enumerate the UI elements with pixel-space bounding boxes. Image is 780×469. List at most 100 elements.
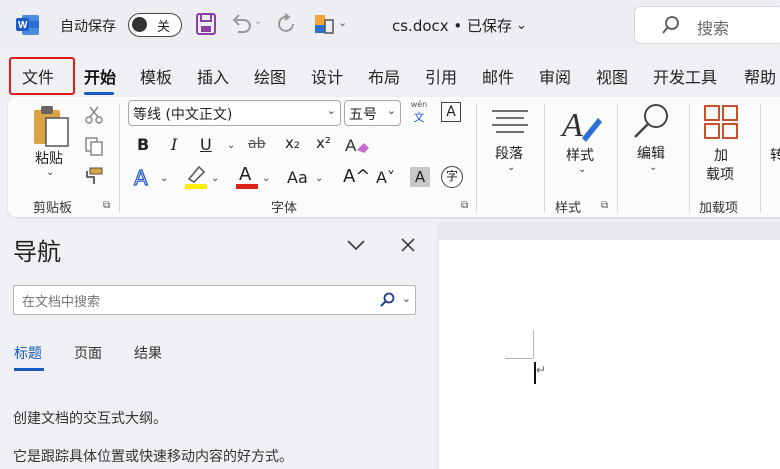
document-title[interactable]: cs.docx • 已保存 ⌄ — [392, 15, 527, 36]
font-color-button[interactable]: A — [236, 164, 258, 189]
search-box[interactable]: 搜索 — [634, 6, 780, 44]
underline-dropdown-icon[interactable]: ⌄ — [227, 140, 235, 151]
nav-tab-headings[interactable]: 标题 — [14, 343, 42, 363]
autosave-state: 关 — [157, 20, 171, 35]
svg-text:A: A — [560, 107, 583, 144]
nav-options-chevron-icon[interactable] — [346, 238, 366, 252]
format-painter-icon[interactable] — [84, 166, 104, 186]
strikethrough-button[interactable]: ab — [248, 136, 265, 152]
clear-formatting-icon[interactable]: A — [344, 134, 370, 156]
editing-dropdown-icon[interactable]: ⌄ — [649, 162, 657, 173]
add-ins-label-line1[interactable]: 加 — [714, 145, 728, 165]
nav-active-tab-indicator — [14, 368, 44, 371]
font-size-combo[interactable]: 五号 ⌄ — [344, 100, 401, 126]
highlight-dropdown-icon[interactable]: ⌄ — [211, 173, 219, 184]
file-tab-highlight-box — [9, 57, 75, 95]
highlight-button[interactable] — [185, 165, 207, 189]
close-icon[interactable] — [401, 238, 415, 252]
tab-developer[interactable]: 开发工具 — [653, 64, 717, 88]
group-divider — [544, 104, 545, 212]
tab-design[interactable]: 设计 — [311, 64, 343, 88]
toolbar-more-icon[interactable]: ⌄ — [338, 16, 347, 29]
save-icon[interactable] — [195, 12, 217, 36]
chevron-down-icon: ⌄ — [386, 104, 396, 117]
text-effects-button[interactable]: A — [133, 165, 148, 190]
styles-label[interactable]: 样式 — [566, 145, 594, 165]
subscript-button[interactable]: x₂ — [285, 134, 300, 152]
grow-font-button[interactable]: A^ — [343, 166, 370, 187]
redo-icon[interactable] — [275, 12, 299, 36]
copy-icon[interactable] — [84, 136, 104, 156]
search-options-dropdown-icon[interactable]: ⌄ — [402, 292, 411, 305]
tab-layout[interactable]: 布局 — [368, 64, 400, 88]
styles-icon[interactable]: A — [560, 104, 604, 144]
font-color-dropdown-icon[interactable]: ⌄ — [262, 173, 270, 184]
font-group-label: 字体 — [271, 201, 298, 216]
phonetic-top: wén — [410, 100, 428, 109]
tab-home[interactable]: 开始 — [84, 64, 116, 88]
text-effects-dropdown-icon[interactable]: ⌄ — [160, 173, 168, 184]
cut-icon[interactable] — [84, 105, 104, 125]
clipboard-launcher-icon[interactable]: ⧉ — [103, 200, 110, 211]
search-placeholder: 搜索 — [697, 19, 730, 38]
chevron-down-icon: ⌄ — [516, 18, 527, 33]
nav-search-input[interactable]: 在文档中搜索 ⌄ — [13, 285, 416, 315]
change-case-dropdown-icon[interactable]: ⌄ — [315, 173, 323, 184]
group-divider — [617, 104, 618, 212]
tab-help[interactable]: 帮助 — [744, 64, 776, 88]
clipboard-group-label: 剪贴板 — [33, 201, 73, 216]
shrink-font-button[interactable]: A˅ — [376, 168, 395, 187]
add-ins-label-line2[interactable]: 载项 — [706, 164, 734, 184]
tab-mailings[interactable]: 邮件 — [482, 64, 514, 88]
cut-off-ribbon-label[interactable]: 转 — [770, 145, 780, 165]
paragraph-icon[interactable] — [490, 108, 530, 134]
italic-button[interactable]: I — [171, 135, 177, 154]
search-icon — [662, 16, 679, 34]
nav-tab-pages[interactable]: 页面 — [74, 343, 102, 363]
tab-view[interactable]: 视图 — [596, 64, 628, 88]
paste-label[interactable]: 粘贴 — [35, 148, 63, 168]
styles-dropdown-icon[interactable]: ⌄ — [578, 164, 586, 175]
tab-references[interactable]: 引用 — [425, 64, 457, 88]
tab-review[interactable]: 审阅 — [539, 64, 571, 88]
search-icon[interactable] — [379, 292, 395, 308]
paste-icon[interactable] — [30, 104, 72, 148]
chevron-down-icon: ⌄ — [326, 104, 336, 117]
undo-icon[interactable] — [230, 12, 252, 36]
margin-corner-mark — [533, 330, 534, 358]
editing-label[interactable]: 编辑 — [637, 143, 665, 163]
nav-description-line2: 它是跟踪具体位置或快速移动内容的好方式。 — [13, 449, 293, 465]
font-launcher-icon[interactable]: ⧉ — [461, 200, 468, 211]
underline-button[interactable]: U — [200, 135, 212, 154]
change-case-button[interactable]: Aa — [287, 168, 308, 187]
highlighter-icon — [187, 165, 206, 183]
tab-draw[interactable]: 绘图 — [254, 64, 286, 88]
group-divider — [760, 104, 761, 212]
paste-dropdown-icon[interactable]: ⌄ — [46, 167, 54, 178]
nav-search-placeholder: 在文档中搜索 — [22, 295, 101, 310]
character-shading-button[interactable]: A — [410, 167, 430, 187]
tab-insert[interactable]: 插入 — [197, 64, 229, 88]
toggle-knob — [132, 17, 147, 32]
add-ins-icon[interactable] — [703, 104, 739, 140]
paragraph-label[interactable]: 段落 — [495, 143, 523, 163]
paragraph-dropdown-icon[interactable]: ⌄ — [507, 162, 515, 173]
styles-launcher-icon[interactable]: ⧉ — [601, 200, 608, 211]
enclosed-characters-button[interactable]: 字 — [441, 166, 463, 188]
autosave-toggle[interactable]: 关 — [128, 13, 182, 37]
font-color-bar — [236, 184, 258, 189]
add-ins-group-label: 加载项 — [699, 201, 739, 216]
superscript-button[interactable]: x² — [316, 134, 331, 152]
bold-button[interactable]: B — [137, 135, 149, 154]
nav-pane-title: 导航 — [13, 238, 61, 266]
font-name-combo[interactable]: 等线 (中文正文) ⌄ — [128, 100, 341, 126]
document-page[interactable] — [439, 240, 780, 469]
editing-search-icon[interactable] — [630, 102, 672, 140]
undo-dropdown-icon[interactable]: ⌄ — [254, 16, 262, 27]
phonetic-guide-button[interactable]: wén 文 — [408, 100, 430, 125]
tab-template[interactable]: 模板 — [140, 64, 172, 88]
character-border-button[interactable]: A — [441, 102, 461, 122]
nav-tab-results[interactable]: 结果 — [134, 343, 162, 363]
document-title-text: cs.docx • 已保存 — [392, 17, 513, 35]
customize-toolbar-icon[interactable] — [313, 12, 335, 36]
